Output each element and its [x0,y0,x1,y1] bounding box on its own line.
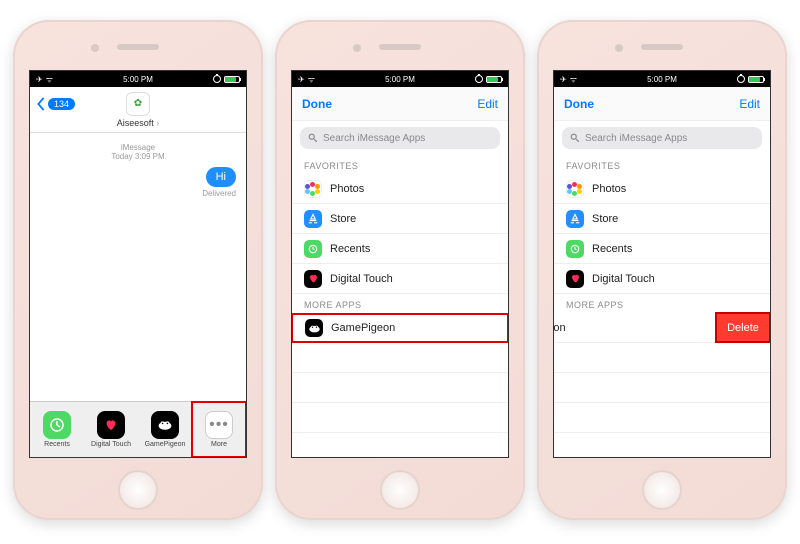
row-recents[interactable]: Recents [554,234,770,264]
empty-row [292,373,508,403]
search-placeholder: Search iMessage Apps [323,133,425,144]
row-store[interactable]: Store [554,204,770,234]
empty-row [554,403,770,433]
battery-icon [748,76,764,83]
empty-row [554,433,770,458]
search-icon [570,133,580,143]
drawer-more-button[interactable]: ••• More [192,402,246,457]
alarm-icon [475,75,483,83]
phone-2-app-list: ✈︎ᯤ 5:00 PM Done Edit Search iMessage Ap… [275,20,525,520]
search-icon [308,133,318,143]
delete-button[interactable]: Delete [716,313,770,342]
empty-row [554,373,770,403]
home-button[interactable] [380,470,420,510]
imessage-app-drawer: Recents Digital Touch GamePigeon ••• [30,401,246,457]
more-apps-header: MORE APPS [292,294,508,313]
clock-icon [304,240,322,258]
alarm-icon [213,75,221,83]
row-gamepigeon[interactable]: GamePigeon [291,313,509,343]
ellipsis-icon: ••• [205,411,233,439]
message-thread: iMessage Today 3:09 PM Hi Delivered [30,133,246,208]
status-bar: ✈︎ᯤ 5:00 PM [292,71,508,87]
thread-timestamp: iMessage Today 3:09 PM [40,143,236,161]
empty-row [292,343,508,373]
status-bar: ✈︎ᯤ 5:00 PM [554,71,770,87]
contact-name: Aiseesoft [117,118,160,128]
empty-row [292,433,508,458]
edit-button[interactable]: Edit [477,97,498,111]
row-gamepigeon-swiped[interactable]: amePigeon Delete [554,313,770,343]
row-store[interactable]: Store [292,204,508,234]
row-digital-touch[interactable]: Digital Touch [292,264,508,294]
clock-icon [566,240,584,258]
appstore-icon [566,210,584,228]
search-input[interactable]: Search iMessage Apps [300,127,500,149]
row-recents[interactable]: Recents [292,234,508,264]
empty-row [554,343,770,373]
navbar: Done Edit [292,87,508,121]
home-button[interactable] [118,470,158,510]
status-bar: ✈︎ᯤ 5:00 PM [30,71,246,87]
unread-count-badge: 134 [48,98,75,110]
gamepigeon-icon [151,411,179,439]
heart-icon [566,270,584,288]
photos-icon [566,180,584,198]
favorites-header: FAVORITES [554,155,770,174]
empty-row [292,403,508,433]
favorites-header: FAVORITES [292,155,508,174]
navbar: Done Edit [554,87,770,121]
search-input[interactable]: Search iMessage Apps [562,127,762,149]
heart-icon [304,270,322,288]
delivered-status: Delivered [40,189,236,198]
contact-avatar: ✿ [126,92,150,116]
heart-icon [97,411,125,439]
more-apps-header: MORE APPS [554,294,770,313]
conversation-header: 134 ✿ Aiseesoft [30,87,246,133]
battery-icon [224,76,240,83]
done-button[interactable]: Done [564,97,594,111]
phone-3-swipe-delete: ✈︎ᯤ 5:00 PM Done Edit Search iMessage Ap… [537,20,787,520]
row-photos[interactable]: Photos [554,174,770,204]
drawer-recents[interactable]: Recents [30,402,84,457]
appstore-icon [304,210,322,228]
battery-icon [486,76,502,83]
sent-message-bubble[interactable]: Hi [206,167,236,187]
edit-button[interactable]: Edit [739,97,760,111]
done-button[interactable]: Done [302,97,332,111]
gamepigeon-icon [305,319,323,337]
back-button[interactable]: 134 [36,97,75,111]
home-button[interactable] [642,470,682,510]
row-photos[interactable]: Photos [292,174,508,204]
alarm-icon [737,75,745,83]
phone-1-messages-thread: ✈︎ᯤ 5:00 PM 134 ✿ Aiseesoft iMessage Tod… [13,20,263,520]
row-digital-touch[interactable]: Digital Touch [554,264,770,294]
search-placeholder: Search iMessage Apps [585,133,687,144]
clock-icon [43,411,71,439]
drawer-gamepigeon[interactable]: GamePigeon [138,402,192,457]
swiped-row-label: amePigeon [553,322,566,334]
contact-button[interactable]: ✿ Aiseesoft [117,92,160,128]
drawer-digital-touch[interactable]: Digital Touch [84,402,138,457]
photos-icon [304,180,322,198]
